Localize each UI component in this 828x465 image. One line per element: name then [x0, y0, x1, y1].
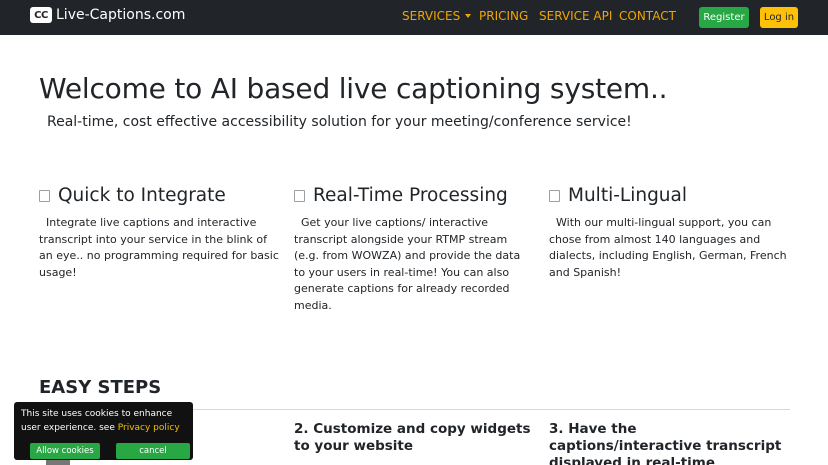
feature-description: Get your live captions/ interactive tran… [294, 215, 534, 314]
feature-heading: Quick to Integrate [39, 185, 279, 206]
step-item: 3. Have the captions/interactive transcr… [549, 421, 782, 465]
feature-icon [294, 189, 305, 202]
feature-heading: Real-Time Processing [294, 185, 534, 206]
nav-link-service-api[interactable]: SERVICE API [539, 9, 612, 23]
cancel-cookies-button[interactable]: cancel [116, 443, 190, 459]
feature-title: Multi-Lingual [568, 185, 688, 206]
feature-title: Quick to Integrate [58, 185, 226, 206]
brand-name: Live-Captions.com [56, 7, 186, 23]
nav-link-contact[interactable]: CONTACT [619, 9, 676, 23]
step-item: 2. Customize and copy widgets to your we… [294, 421, 531, 454]
banner-shadow-edge [46, 460, 70, 465]
feature-real-time-processing: Real-Time Processing Get your live capti… [294, 185, 534, 314]
feature-description-text: With our multi-lingual support, you can … [549, 216, 787, 279]
nav-link-services-label: SERVICES [402, 9, 461, 23]
feature-description-text: Get your live captions/ interactive tran… [294, 216, 521, 312]
closed-captions-logo-icon: CC [30, 7, 52, 23]
login-button[interactable]: Log in [760, 7, 798, 28]
page-title: Welcome to AI based live captioning syst… [39, 72, 668, 105]
feature-icon [39, 189, 50, 202]
privacy-policy-link[interactable]: Privacy policy [118, 423, 180, 433]
feature-description: Integrate live captions and interactive … [39, 215, 279, 281]
feature-heading: Multi-Lingual [549, 185, 789, 206]
feature-description: With our multi-lingual support, you can … [549, 215, 789, 281]
feature-multi-lingual: Multi-Lingual With our multi-lingual sup… [549, 185, 789, 281]
feature-quick-integrate: Quick to Integrate Integrate live captio… [39, 185, 279, 281]
allow-cookies-button[interactable]: Allow cookies [30, 443, 100, 459]
feature-icon [549, 189, 560, 202]
cookie-message: This site uses cookies to enhance user e… [21, 407, 191, 435]
nav-link-pricing[interactable]: PRICING [479, 9, 528, 23]
page-subtitle: Real-time, cost effective accessibility … [47, 114, 632, 130]
caret-down-icon [465, 14, 472, 18]
feature-description-text: Integrate live captions and interactive … [39, 216, 279, 279]
brand-link[interactable]: CC Live-Captions.com [30, 7, 185, 23]
easy-steps-heading: EASY STEPS [39, 377, 162, 398]
register-button[interactable]: Register [699, 7, 749, 28]
navbar: CC Live-Captions.com SERVICES PRICING SE… [0, 0, 828, 35]
nav-link-services[interactable]: SERVICES [402, 9, 472, 23]
feature-title: Real-Time Processing [313, 185, 508, 206]
cookie-consent-banner: This site uses cookies to enhance user e… [14, 402, 193, 460]
